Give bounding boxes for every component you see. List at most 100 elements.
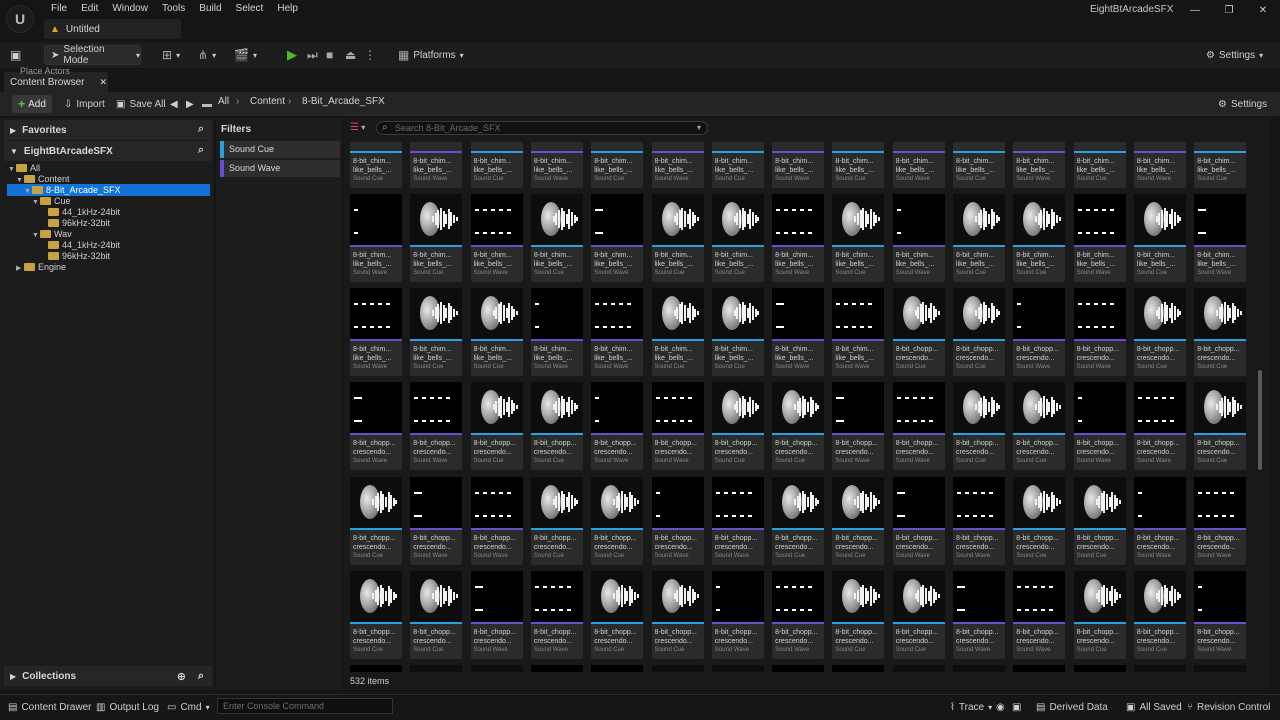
breadcrumb-folder[interactable]: 8-Bit_Arcade_SFX (302, 96, 385, 107)
asset-tile[interactable]: 8-bit_chopp... crescendo... Sound Cue (772, 476, 825, 565)
asset-tile[interactable]: 8-bit_chopp... crescendo... Sound Wave (470, 570, 523, 659)
asset-tile[interactable]: 8-bit_funny_...glide_4_CueSound Cue (1194, 665, 1247, 672)
asset-tile[interactable]: 8-bit_chim... like_bells_... Sound Wave (772, 288, 825, 377)
asset-tile[interactable]: 8-bit_chim... like_bells_... Sound Wave (1133, 142, 1186, 188)
asset-tile[interactable]: 8-bit_chim... like_bells_... Sound Wave (772, 142, 825, 188)
stop-icon[interactable]: ■ (326, 45, 333, 65)
asset-tile[interactable]: 8-bit_chopp... crescendo... Sound Wave (350, 382, 402, 471)
search-icon[interactable]: ⌕ (198, 144, 204, 157)
chevron-down-icon[interactable]: ▼ (8, 164, 16, 175)
asset-tile[interactable]: 8-bit_chopp... crescendo... Sound Wave (470, 476, 523, 565)
asset-tile[interactable]: 8-bit_funny_...glide_3_CueSound Cue (892, 665, 945, 672)
asset-tile[interactable]: 8-bit_chopp... crescendo... Sound Cue (350, 570, 402, 659)
asset-tile[interactable]: 8-bit_funny_...glide_1_WavSound Wave (591, 665, 644, 672)
asset-tile[interactable]: 8-bit_chopp... crescendo... Sound Cue (350, 476, 402, 565)
maximize-icon[interactable]: ❐ (1212, 0, 1246, 22)
asset-tile[interactable]: 8-bit_chopp... crescendo... Sound Wave (711, 476, 764, 565)
menu-file[interactable]: File (44, 2, 74, 18)
close-icon[interactable]: ✕ (1246, 0, 1280, 22)
filter-icon[interactable]: ☰ ▾ (350, 122, 365, 133)
chevron-down-icon[interactable]: ▼ (32, 197, 40, 208)
asset-tile[interactable]: 8-bit_chopp... crescendo... Sound Wave (530, 570, 583, 659)
breadcrumb-all[interactable]: All (218, 96, 229, 107)
asset-tile[interactable]: 8-bit_chim... like_bells_... Sound Wave (1194, 194, 1247, 282)
asset-tile[interactable]: 8-bit_chopp... crescendo... Sound Cue (410, 570, 463, 659)
menu-select[interactable]: Select (229, 2, 271, 18)
asset-tile[interactable]: 8-bit_chim... like_bells_... Sound Cue (530, 194, 583, 282)
tree-node[interactable]: 96kHz-32bit (40, 251, 110, 262)
search-input[interactable]: ⌕ Search 8-Bit_Arcade_SFX ▾ (376, 121, 708, 135)
asset-tile[interactable]: 8-bit_chim... like_bells_... Sound Wave (892, 142, 945, 188)
level-tab[interactable]: ▲ Untitled (44, 19, 181, 39)
asset-tile[interactable]: 8-bit_chopp... crescendo... Sound Wave (651, 382, 704, 471)
play-icon[interactable]: ▶ (287, 45, 297, 65)
asset-tile[interactable]: 8-bit_funny_...glide_2_CueSound Cue (711, 665, 764, 672)
screenshot-icon[interactable]: ▣ (1012, 699, 1021, 716)
asset-tile[interactable]: 8-bit_chim... like_bells_... Sound Wave (350, 288, 402, 377)
asset-tile[interactable]: 8-bit_chopp... crescendo... Sound Cue (470, 382, 523, 471)
cinematics-icon[interactable]: 🎬 ▾ (234, 45, 257, 65)
asset-tile[interactable]: 8-bit_chopp... crescendo... Sound Cue (1194, 288, 1247, 377)
settings-button[interactable]: ⚙ Settings ▾ (1206, 45, 1263, 65)
asset-tile[interactable]: 8-bit_chim... like_bells_... Sound Wave (470, 194, 523, 282)
asset-tile[interactable]: 8-bit_chopp... crescendo... Sound Cue (1013, 382, 1066, 471)
more-options-icon[interactable]: ⋮ (364, 45, 376, 65)
asset-tile[interactable]: 8-bit_chim... like_bells_... Sound Wave (591, 194, 644, 282)
menu-window[interactable]: Window (105, 2, 155, 18)
asset-tile[interactable]: 8-bit_chim... like_bells_... Sound Wave (530, 142, 583, 188)
asset-tile[interactable]: 8-bit_chim... like_bells_... Sound Cue (591, 142, 644, 188)
tree-node[interactable]: ▼ All (8, 163, 40, 174)
blueprints-icon[interactable]: ⋔ ▾ (198, 45, 216, 65)
record-icon[interactable]: ◉ (996, 699, 1005, 716)
tree-node[interactable]: 44_1kHz-24bit (40, 207, 120, 218)
trace-button[interactable]: ⌇ Trace ▾ (950, 699, 992, 716)
asset-tile[interactable]: 8-bit_chim... like_bells_... Sound Cue (1133, 194, 1186, 282)
asset-tile[interactable]: 8-bit_chopp... crescendo... Sound Wave (1073, 382, 1126, 471)
asset-tile[interactable]: 8-bit_chim... like_bells_... Sound Cue (350, 142, 402, 188)
asset-tile[interactable]: 8-bit_chopp... crescendo... Sound Cue (953, 288, 1005, 377)
asset-tile[interactable]: 8-bit_chopp... crescendo... Sound Cue (832, 570, 885, 659)
output-log-button[interactable]: ▥ Output Log (96, 699, 159, 716)
menu-help[interactable]: Help (270, 2, 305, 18)
menu-edit[interactable]: Edit (74, 2, 105, 18)
asset-tile[interactable]: 8-bit_chim... like_bells_... Sound Wave (1073, 194, 1126, 282)
cmd-dropdown[interactable]: ▭ Cmd ▾ (167, 699, 210, 716)
asset-tile[interactable]: 8-bit_chopp... crescendo... Sound Cue (591, 570, 644, 659)
minimize-icon[interactable]: — (1178, 0, 1212, 22)
asset-tile[interactable]: 8-bit_funny_...glide_1_WavSound Wave (530, 665, 583, 672)
asset-tile[interactable]: 8-bit_chopp... crescendo... Sound Cue (953, 382, 1005, 471)
forward-icon[interactable]: ▶ (186, 96, 194, 112)
asset-tile[interactable]: 8-bit_chim... like_bells_... Sound Wave (350, 194, 402, 282)
asset-tile[interactable]: 8-bit_chim... like_bells_... Sound Wave (772, 194, 825, 282)
search-icon[interactable]: ⌕ (198, 123, 204, 136)
filter-sound-cue[interactable]: Sound Cue (220, 141, 340, 158)
import-button[interactable]: ⇩ Import (64, 96, 105, 112)
asset-tile[interactable]: 8-bit_chopp... crescendo... Sound Cue (591, 476, 644, 565)
asset-tile[interactable]: 8-bit_funny_...glide_4_CueSound Cue (1133, 665, 1186, 672)
scrollbar-thumb[interactable] (1258, 370, 1262, 470)
tree-node[interactable]: ▼ 8-Bit_Arcade_SFX (24, 185, 121, 196)
all-saved-button[interactable]: ▣ All Saved (1126, 699, 1182, 716)
asset-tile[interactable]: 8-bit_chopp... crescendo... Sound Wave (1194, 570, 1247, 659)
tree-node[interactable]: ▼ Content (16, 174, 70, 185)
asset-tile[interactable]: 8-bit_chopp... crescendo... Sound Wave (772, 570, 825, 659)
chevron-down-icon[interactable]: ▼ (32, 230, 40, 241)
asset-tile[interactable]: 8-bit_chopp... crescendo... Sound Wave (410, 382, 463, 471)
asset-tile[interactable]: 8-bit_chopp... crescendo... Sound Cue (1133, 570, 1186, 659)
asset-tile[interactable]: 8-bit_chim... like_bells_... Sound Cue (711, 194, 764, 282)
asset-tile[interactable]: 8-bit_funny_...glide_2_CueSound Cue (651, 665, 704, 672)
asset-tile[interactable]: 8-bit_funny_...glide_3_WavSound Wave (1073, 665, 1126, 672)
asset-tile[interactable]: 8-bit_chopp... crescendo... Sound Cue (892, 288, 945, 377)
asset-tile[interactable]: 8-bit_chopp... crescendo... Sound Cue (530, 382, 583, 471)
tree-node[interactable]: 96kHz-32bit (40, 218, 110, 229)
eject-icon[interactable]: ⏏ (345, 45, 356, 65)
asset-tile[interactable]: 8-bit_chim... like_bells_... Sound Cue (470, 288, 523, 377)
asset-tile[interactable]: 8-bit_chim... like_bells_... Sound Wave (410, 142, 463, 188)
asset-tile[interactable]: 8-bit_chim... like_bells_... Sound Cue (470, 142, 523, 188)
asset-tile[interactable]: 8-bit_chim... like_bells_... Sound Wave (1013, 142, 1066, 188)
asset-tile[interactable]: 8-bit_chopp... crescendo... Sound Wave (651, 476, 704, 565)
asset-tile[interactable]: 8-bit_chim... like_bells_... Sound Cue (651, 288, 704, 377)
asset-tile[interactable]: 8-bit_chim... like_bells_... Sound Wave (892, 194, 945, 282)
tree-node[interactable]: ▶ Engine (16, 262, 66, 273)
asset-tile[interactable]: 8-bit_chopp... crescendo... Sound Cue (530, 476, 583, 565)
